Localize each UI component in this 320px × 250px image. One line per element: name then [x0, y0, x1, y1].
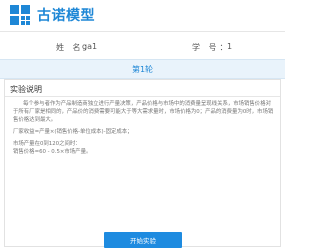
grid-logo-icon: [10, 5, 30, 25]
student-id-value: 1: [227, 42, 233, 51]
name-value: ga1: [82, 42, 98, 51]
round-label: 第1轮: [131, 64, 154, 74]
header-divider: [0, 31, 285, 32]
instructions-paragraph: 每个参与者作为产品制造商独立进行产量决策，产品价格与市场中的消费量呈现线关系，市…: [13, 101, 274, 123]
instructions-body: 每个参与者作为产品制造商独立进行产量决策，产品价格与市场中的消费量呈现线关系，市…: [13, 100, 275, 160]
instructions-panel: 实验说明 每个参与者作为产品制造商独立进行产量决策，产品价格与市场中的消费量呈现…: [4, 79, 281, 247]
start-experiment-button[interactable]: 开始实验: [104, 232, 182, 248]
round-indicator-bar: 第1轮: [0, 59, 285, 79]
instructions-title: 实验说明: [10, 85, 42, 94]
market-condition: 市场产量在0到120之间时：: [13, 141, 81, 147]
student-id-label: 学 号：: [192, 43, 231, 52]
price-formula: 销售价格=60 - 0.5×市场产量。: [13, 149, 92, 155]
student-info-row: 姓 名： ga1 学 号： 1: [0, 33, 285, 58]
instructions-title-divider: [5, 96, 280, 97]
app-title: 古诺模型: [37, 8, 95, 24]
header: 古诺模型: [0, 0, 285, 30]
profit-formula: 厂家收益=产量×(销售价格-单位成本)-固定成本；: [13, 129, 133, 135]
